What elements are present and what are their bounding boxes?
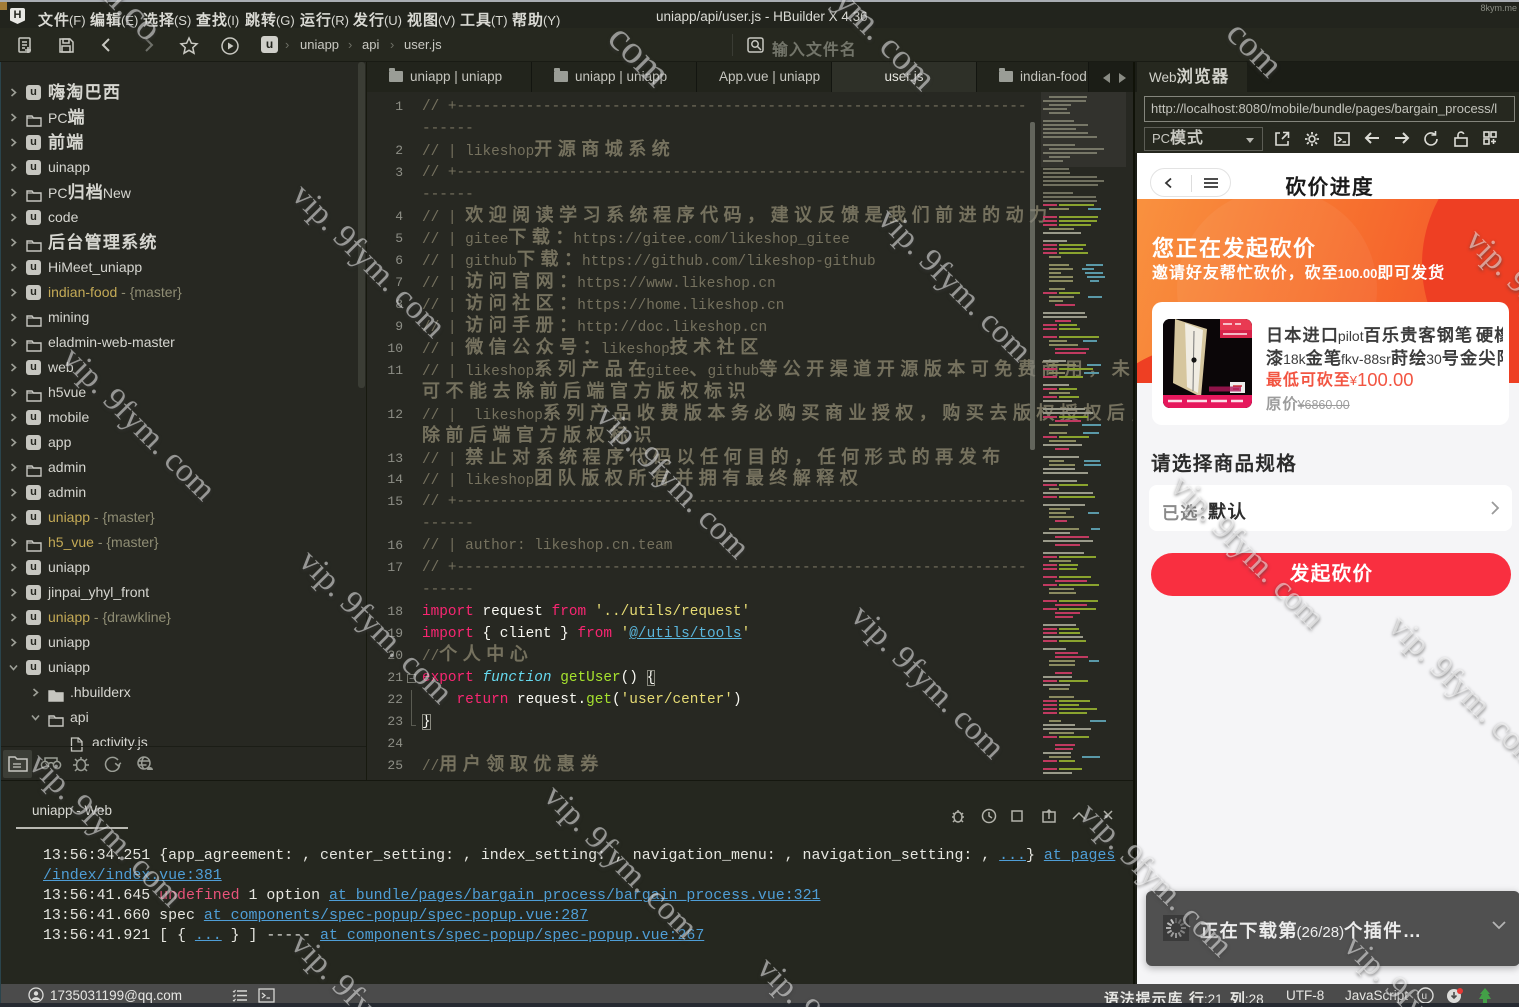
svg-text:u: u [1422, 991, 1428, 1002]
